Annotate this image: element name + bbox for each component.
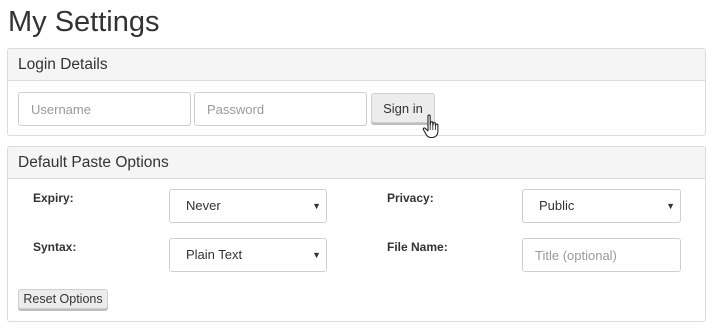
username-input[interactable] — [18, 92, 191, 126]
hand-pointer-icon — [422, 114, 439, 139]
privacy-label: Privacy: — [387, 191, 434, 205]
caret-down-icon: ▼ — [666, 201, 675, 211]
login-details-panel: Login Details Sign in — [7, 48, 706, 136]
expiry-select[interactable]: Never ▼ — [169, 189, 327, 223]
file-name-label: File Name: — [387, 240, 448, 254]
syntax-label: Syntax: — [33, 240, 77, 254]
page-title: My Settings — [8, 6, 160, 38]
expiry-select-value: Never — [186, 198, 221, 213]
default-paste-options-heading: Default Paste Options — [8, 147, 705, 179]
syntax-select-value: Plain Text — [186, 247, 243, 262]
login-details-heading: Login Details — [8, 49, 705, 81]
caret-down-icon: ▼ — [312, 201, 321, 211]
privacy-select[interactable]: Public ▼ — [522, 189, 681, 223]
privacy-select-value: Public — [539, 198, 575, 213]
file-name-input[interactable] — [522, 238, 681, 272]
password-input[interactable] — [194, 92, 367, 126]
caret-down-icon: ▼ — [312, 250, 321, 260]
syntax-select[interactable]: Plain Text ▼ — [169, 238, 327, 272]
expiry-label: Expiry: — [33, 191, 74, 205]
reset-options-button[interactable]: Reset Options — [18, 289, 108, 309]
default-paste-options-panel: Default Paste Options Expiry: Never ▼ Pr… — [7, 146, 706, 322]
